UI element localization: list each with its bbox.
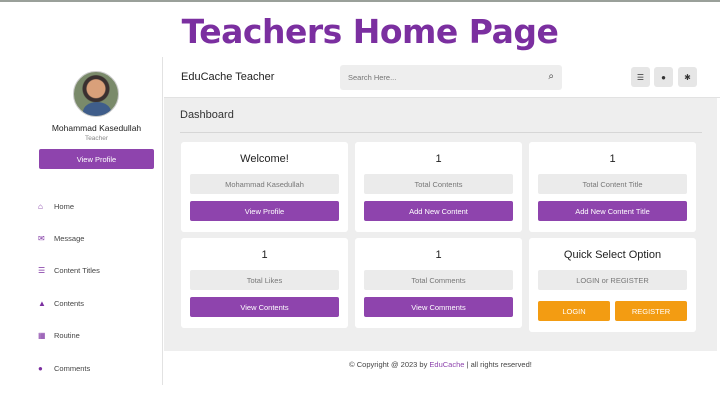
view-comments-button[interactable]: View Comments	[364, 297, 513, 317]
card-title: Welcome!	[240, 153, 289, 165]
quick-select-card: Quick Select Option LOGIN or REGISTER LO…	[529, 238, 696, 332]
card-title: Quick Select Option	[563, 249, 662, 261]
rights-text: | all rights reserved!	[464, 360, 532, 369]
add-new-content-title-button[interactable]: Add New Content Title	[538, 201, 687, 221]
card-count: 1	[609, 153, 616, 165]
sidebar-item-home[interactable]: ⌂ Home	[38, 190, 158, 222]
dashboard-main: Dashboard Welcome! Mohammad Kasedullah V…	[164, 98, 717, 351]
search-icon[interactable]: ⌕	[548, 71, 554, 82]
card-field: Total Likes	[190, 270, 339, 290]
sidebar-item-contents[interactable]: ▲ Contents	[38, 287, 158, 319]
view-profile-button[interactable]: View Profile	[39, 149, 154, 169]
card-count: 1	[435, 249, 442, 261]
sidebar-nav: ⌂ Home ✉ Message ☰ Content Titles ▲ Cont…	[38, 190, 158, 384]
top-border	[0, 0, 720, 2]
user-role: Teacher	[84, 135, 109, 142]
top-header: EduCache Teacher ⌕ ☰ ● ✱	[164, 57, 720, 98]
sidebar-item-comments[interactable]: ● Comments	[38, 352, 158, 384]
list-icon: ☰	[38, 266, 46, 276]
sidebar-item-routine[interactable]: ▦ Routine	[38, 320, 158, 352]
content-title-card: 1 Total Content Title Add New Content Ti…	[529, 142, 696, 232]
home-icon: ⌂	[38, 201, 43, 211]
likes-card: 1 Total Likes View Contents	[181, 238, 348, 328]
sidebar-item-label: Content Titles	[54, 266, 100, 276]
table-icon: ▦	[38, 331, 46, 341]
card-field: Mohammad Kasedullah	[190, 174, 339, 194]
sidebar-item-label: Home	[54, 201, 75, 211]
footer: © Copyright @ 2023 by EduCache | all rig…	[164, 360, 717, 369]
card-field: LOGIN or REGISTER	[538, 270, 687, 290]
sidebar-item-content-titles[interactable]: ☰ Content Titles	[38, 255, 158, 287]
sidebar-item-label: Contents	[54, 298, 85, 308]
search-input[interactable]	[348, 70, 538, 85]
graduation-cap-icon: ▲	[38, 298, 46, 308]
sidebar-item-label: Message	[54, 234, 85, 244]
search-bar: ⌕	[340, 65, 562, 90]
comments-card: 1 Total Comments View Comments	[355, 238, 522, 328]
card-field: Total Contents	[364, 174, 513, 194]
contents-card: 1 Total Contents Add New Content	[355, 142, 522, 232]
card-count: 1	[261, 249, 268, 261]
card-field: Total Comments	[364, 270, 513, 290]
copyright-text: © Copyright @ 2023 by	[349, 360, 430, 369]
slide-title: Teachers Home Page	[181, 12, 559, 51]
card-count: 1	[435, 153, 442, 165]
sidebar-item-label: Routine	[54, 331, 80, 341]
user-icon[interactable]: ●	[654, 67, 673, 87]
register-button[interactable]: REGISTER	[615, 301, 687, 321]
brand-title: EduCache Teacher	[181, 71, 275, 83]
page-title: Dashboard	[180, 109, 234, 121]
card-field: Total Content Title	[538, 174, 687, 194]
settings-icon[interactable]: ✱	[678, 67, 697, 87]
login-button[interactable]: LOGIN	[538, 301, 610, 321]
user-name: Mohammad Kasedullah	[51, 123, 142, 133]
footer-brand-link[interactable]: EduCache	[429, 360, 464, 369]
sidebar-item-label: Comments	[54, 363, 91, 373]
comment-icon: ●	[38, 363, 43, 373]
view-profile-card-button[interactable]: View Profile	[190, 201, 339, 221]
sidebar-item-message[interactable]: ✉ Message	[38, 222, 158, 254]
sidebar: Mohammad Kasedullah Teacher View Profile…	[30, 57, 163, 385]
message-icon: ✉	[38, 234, 45, 244]
avatar	[73, 71, 119, 117]
menu-icon[interactable]: ☰	[631, 67, 650, 87]
divider	[180, 132, 702, 133]
add-new-content-button[interactable]: Add New Content	[364, 201, 513, 221]
welcome-card: Welcome! Mohammad Kasedullah View Profil…	[181, 142, 348, 232]
view-contents-button[interactable]: View Contents	[190, 297, 339, 317]
